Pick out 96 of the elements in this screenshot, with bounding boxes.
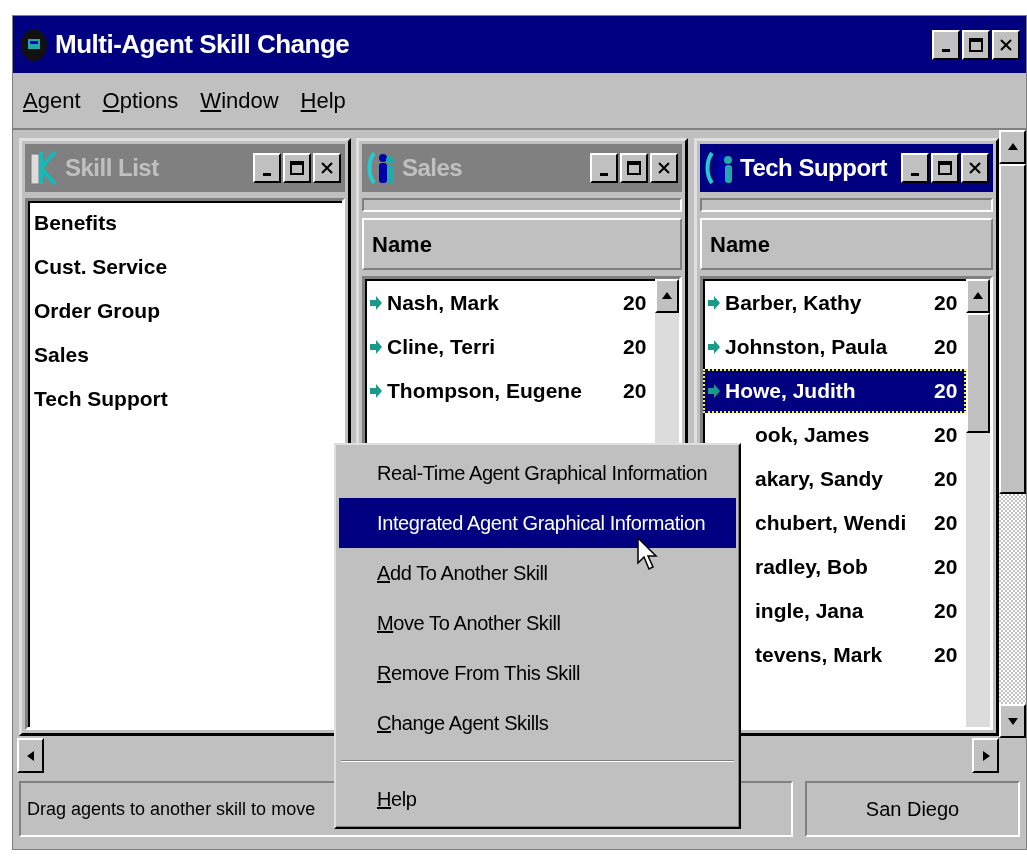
arrow-icon [707, 339, 721, 355]
agent-name: akary, Sandy [755, 466, 884, 493]
close-icon [999, 37, 1013, 52]
maximize-icon [289, 160, 305, 176]
window-title: Multi-Agent Skill Change [55, 28, 350, 61]
scroll-thumb[interactable] [999, 164, 1026, 494]
arrow-icon [369, 295, 383, 311]
scroll-right-button[interactable] [972, 738, 999, 773]
skill-list-item[interactable]: Cust. Service [28, 245, 342, 289]
scroll-thumb[interactable] [966, 313, 990, 433]
menu-item[interactable]: Help [300, 84, 346, 117]
agent-row[interactable]: Nash, Mark 20 [365, 281, 655, 325]
maximize-icon [937, 160, 953, 176]
agent-row[interactable]: Johnston, Paula 20 [703, 325, 966, 369]
maximize-button[interactable] [931, 153, 959, 183]
agent-number: 20 [934, 290, 959, 317]
arrow-icon [369, 383, 383, 399]
child-window-title: Sales [402, 153, 463, 183]
agent-number: 20 [623, 334, 648, 361]
child-window-title: Tech Support [740, 153, 887, 183]
agent-number: 20 [934, 378, 959, 405]
menu-item[interactable]: Agent [23, 84, 81, 117]
agent-number: 20 [934, 642, 959, 669]
maximize-button[interactable] [283, 153, 311, 183]
minimize-icon [263, 172, 271, 176]
scroll-down-button[interactable] [999, 704, 1026, 738]
close-button[interactable] [992, 29, 1020, 60]
column-header[interactable]: Name [700, 218, 993, 270]
arrow-icon [707, 295, 721, 311]
agent-number: 20 [934, 334, 959, 361]
app-icon [19, 26, 49, 63]
agent-name: radley, Bob [755, 554, 868, 581]
context-menu-item[interactable]: Integrated Agent Graphical Information [339, 498, 736, 548]
maximize-button[interactable] [962, 29, 990, 60]
agent-number: 20 [934, 510, 959, 537]
skill-list-item[interactable]: Benefits [28, 201, 342, 245]
close-button[interactable] [961, 153, 989, 183]
agent-name: Barber, Kathy [725, 290, 862, 317]
column-header[interactable]: Name [362, 218, 682, 270]
agent-number: 20 [934, 422, 959, 449]
context-menu-item[interactable]: Add To Another Skill [339, 548, 736, 598]
arrow-icon [369, 339, 383, 355]
maximize-button[interactable] [620, 153, 648, 183]
vertical-scrollbar[interactable] [999, 130, 1026, 738]
context-menu-item[interactable]: Move To Another Skill [339, 598, 736, 648]
minimize-button[interactable] [253, 153, 281, 183]
minimize-icon [942, 49, 950, 52]
skill-list-item[interactable]: Order Group [28, 289, 342, 333]
close-button[interactable] [313, 153, 341, 183]
minimize-icon [600, 172, 608, 176]
scroll-up-button[interactable] [966, 279, 990, 313]
agent-row[interactable]: Thompson, Eugene 20 [365, 369, 655, 413]
agent-name: chubert, Wendi [755, 510, 907, 537]
context-menu-item[interactable]: Change Agent Skills [339, 698, 736, 748]
arrow-icon [707, 383, 721, 399]
scroll-up-button[interactable] [655, 279, 679, 313]
menu-item[interactable]: Window [200, 84, 279, 117]
agent-name: ingle, Jana [755, 598, 864, 625]
close-icon [657, 161, 671, 175]
tool-icon [29, 148, 59, 188]
minimize-button[interactable] [901, 153, 929, 183]
agent-number: 20 [623, 378, 648, 405]
agent-row[interactable]: Barber, Kathy 20 [703, 281, 966, 325]
people-icon [704, 149, 734, 187]
menu-item[interactable]: Options [102, 84, 179, 117]
skill-list-item[interactable]: Sales [28, 333, 342, 377]
people-icon [366, 149, 396, 187]
agent-name: Johnston, Paula [725, 334, 888, 361]
scroll-up-button[interactable] [999, 130, 1026, 164]
close-icon [320, 161, 334, 175]
agent-name: Howe, Judith [725, 378, 856, 405]
context-menu-item[interactable]: Remove From This Skill [339, 648, 736, 698]
agent-number: 20 [623, 290, 648, 317]
skill-list-item[interactable]: Tech Support [28, 377, 342, 421]
status-location: San Diego [805, 781, 1020, 837]
agent-row[interactable]: Howe, Judith 20 [703, 369, 966, 413]
agent-name: Nash, Mark [387, 290, 500, 317]
agent-name: ook, James [755, 422, 870, 449]
scroll-left-button[interactable] [17, 738, 44, 773]
agent-row[interactable]: Cline, Terri 20 [365, 325, 655, 369]
maximize-icon [626, 160, 642, 176]
cursor-icon [637, 537, 659, 571]
agent-number: 20 [934, 554, 959, 581]
agent-name: tevens, Mark [755, 642, 883, 669]
child-window-title: Skill List [65, 153, 159, 183]
minimize-icon [911, 172, 919, 176]
agent-name: Cline, Terri [387, 334, 496, 361]
close-icon [968, 161, 982, 175]
minimize-button[interactable] [932, 29, 960, 60]
maximize-icon [968, 36, 984, 53]
agent-number: 20 [934, 598, 959, 625]
close-button[interactable] [650, 153, 678, 183]
agent-number: 20 [934, 466, 959, 493]
agent-name: Thompson, Eugene [387, 378, 582, 405]
scrollbar[interactable] [966, 279, 990, 727]
minimize-button[interactable] [590, 153, 618, 183]
